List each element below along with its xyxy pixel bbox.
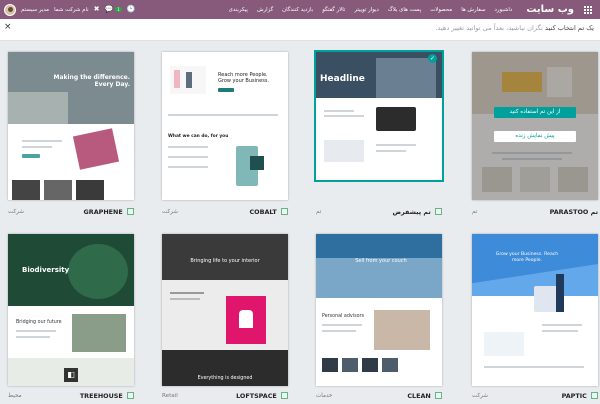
theme-thumbnail: Biodiversity Bridging our future ◧ — [8, 234, 134, 386]
thumb-subtitle: What we can do, for you — [168, 134, 229, 139]
preview-icon[interactable] — [127, 208, 134, 215]
theme-name: تم PARASTOO — [549, 208, 598, 216]
app-title[interactable]: وب سایت — [526, 4, 574, 15]
theme-thumbnail: Making the difference. Every Day. — [8, 52, 134, 200]
check-icon: ✓ — [428, 54, 437, 63]
hover-overlay — [472, 52, 598, 200]
menu-orders[interactable]: سفارش ها — [461, 7, 485, 13]
theme-name: GRAPHENE — [84, 208, 134, 216]
hint-text: نگران نباشید، بعداً می توانید تغییر دهید… — [435, 24, 543, 32]
menu-products[interactable]: محصولات — [430, 7, 452, 13]
theme-category: شرکت — [472, 393, 488, 399]
menu-blog-posts[interactable]: پست های بلاگ — [388, 7, 421, 13]
theme-thumbnail: Reach more People. Grow your Business. W… — [162, 52, 288, 200]
theme-name: COBALT — [249, 208, 288, 216]
theme-name: PAPTIC — [562, 392, 598, 400]
theme-name: TREEHOUSE — [80, 392, 134, 400]
theme-category: شرکت — [8, 209, 24, 215]
navbar-systray: مدیر سیستم نام شرکت شما ✖ 💬 1 🕑 — [4, 0, 135, 19]
theme-category: تم — [316, 209, 322, 215]
thumb-subtitle: Everything is designed — [197, 376, 253, 381]
thumb-subtitle: Personal advisors — [322, 314, 364, 319]
close-icon[interactable]: × — [4, 22, 12, 32]
page-title: یک تم انتخاب کنید نگران نباشید، بعداً می… — [435, 24, 594, 32]
thumb-headline: Grow your Business. Reach more People. — [495, 252, 559, 263]
menu-forum[interactable]: تالار گفتگو — [322, 7, 345, 13]
logo-icon: ◧ — [64, 368, 78, 382]
theme-thumbnail: Sell from your couch Personal advisors — [316, 234, 442, 386]
theme-thumbnail: از این تم استفاده کنید پیش نمایش زنده — [472, 52, 598, 200]
menu-dashboard[interactable]: داشبورد — [494, 7, 512, 13]
thumb-headline: Making the difference. Every Day. — [53, 74, 130, 88]
user-name[interactable]: مدیر سیستم — [21, 7, 49, 13]
company-name[interactable]: نام شرکت شما — [54, 7, 89, 13]
main-menu: داشبورد سفارش ها محصولات پست های بلاگ دی… — [229, 7, 513, 13]
thumb-headline: Reach more People. Grow your Business. — [218, 72, 270, 84]
selected-border — [314, 50, 444, 182]
activity-clock-icon[interactable]: 🕑 — [127, 6, 136, 13]
preview-icon[interactable] — [281, 392, 288, 399]
message-badge: 1 — [115, 7, 122, 12]
close-icon[interactable]: ✖ — [94, 6, 100, 13]
apps-menu-icon[interactable] — [580, 0, 596, 19]
theme-name: تم پیشفرض — [392, 208, 442, 216]
preview-icon[interactable] — [591, 392, 598, 399]
preview-icon[interactable] — [435, 392, 442, 399]
preview-icon[interactable] — [127, 392, 134, 399]
title-text: یک تم انتخاب کنید — [545, 24, 594, 32]
menu-configuration[interactable]: پیکربندی — [229, 7, 248, 13]
chat-icon[interactable]: 💬 — [105, 6, 114, 13]
theme-thumbnail: Bringing life to your interior Everythin… — [162, 234, 288, 386]
user-avatar[interactable] — [4, 3, 16, 16]
thumb-headline: Biodiversity — [22, 266, 70, 274]
preview-icon[interactable] — [435, 208, 442, 215]
live-preview-button[interactable]: پیش نمایش زنده — [494, 131, 576, 142]
menu-reporting[interactable]: گزارش — [257, 7, 273, 13]
theme-selector-header: یک تم انتخاب کنید نگران نباشید، بعداً می… — [0, 19, 600, 41]
menu-visitors[interactable]: بازدید کنندگان — [282, 7, 313, 13]
theme-category: تم — [472, 209, 478, 215]
use-theme-button[interactable]: از این تم استفاده کنید — [494, 107, 576, 118]
theme-name: LOFTSPACE — [236, 392, 288, 400]
theme-name: CLEAN — [407, 392, 442, 400]
top-navbar: وب سایت داشبورد سفارش ها محصولات پست های… — [0, 0, 600, 19]
theme-thumbnail: Grow your Business. Reach more People. — [472, 234, 598, 386]
theme-category: محیط — [8, 393, 22, 399]
thumb-headline: Bringing life to your interior — [190, 258, 260, 264]
thumb-headline: Sell from your couch — [355, 258, 407, 264]
menu-twitter-wall[interactable]: دیوار توییتر — [354, 7, 379, 13]
thumb-subtitle: Bridging our future — [16, 320, 62, 325]
theme-category: خدمات — [316, 393, 333, 399]
theme-category: Retail — [162, 393, 178, 399]
theme-category: شرکت — [162, 209, 178, 215]
preview-icon[interactable] — [281, 208, 288, 215]
